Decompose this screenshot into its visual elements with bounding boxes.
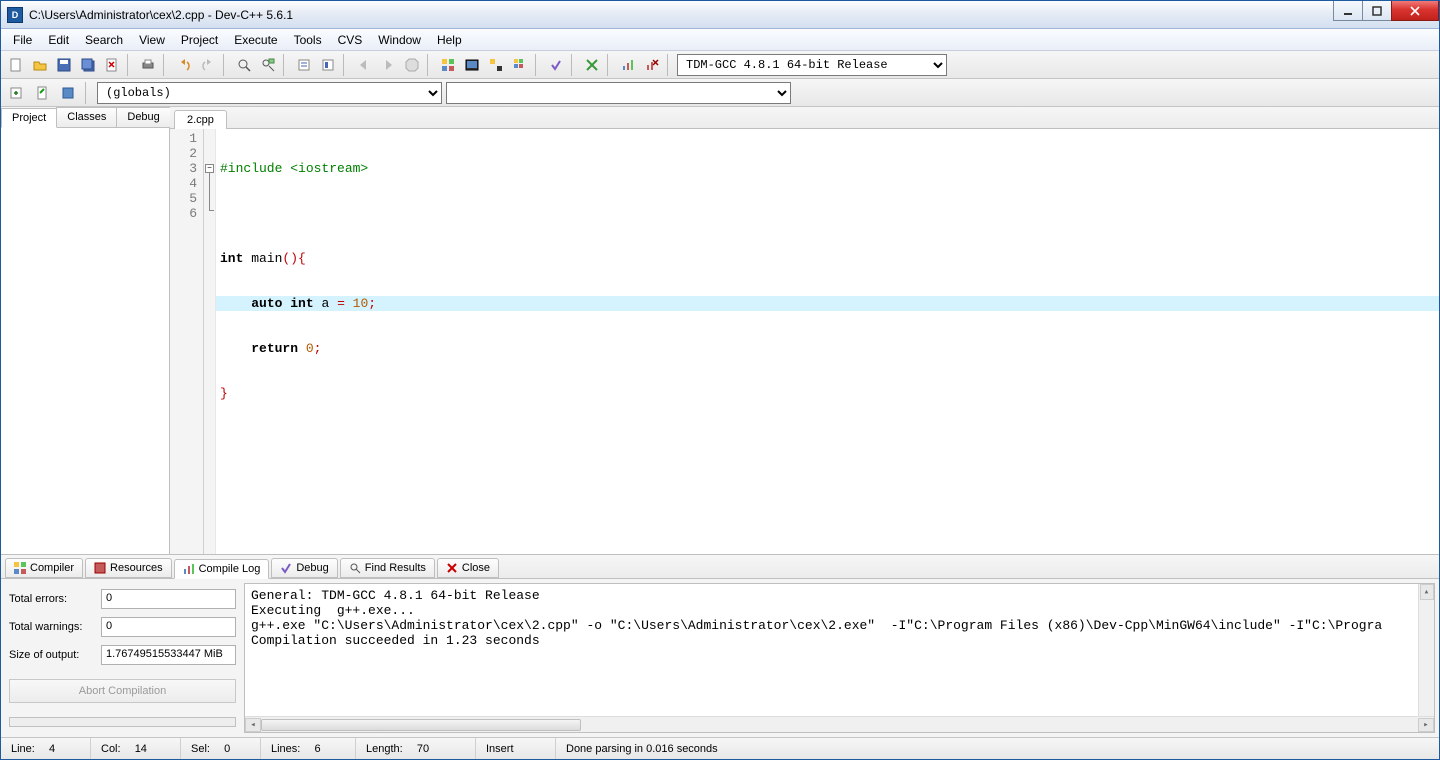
run-icon[interactable] <box>461 54 483 76</box>
close-button[interactable] <box>1391 1 1439 21</box>
new-file-icon[interactable] <box>5 54 27 76</box>
sidebar-tab-project[interactable]: Project <box>1 108 57 128</box>
compile-icon[interactable] <box>437 54 459 76</box>
close-file-icon[interactable] <box>101 54 123 76</box>
debug-icon[interactable] <box>545 54 567 76</box>
bottom-tab-debug[interactable]: Debug <box>271 558 337 578</box>
window-buttons <box>1334 1 1439 28</box>
print-icon[interactable] <box>137 54 159 76</box>
code-text[interactable]: #include <iostream> int main(){ auto int… <box>216 129 1439 554</box>
forward-icon[interactable] <box>377 54 399 76</box>
bookmarks-icon[interactable] <box>317 54 339 76</box>
title-bar: D C:\Users\Administrator\cex\2.cpp - Dev… <box>1 1 1439 29</box>
goto-bookmark-icon[interactable] <box>57 82 79 104</box>
menu-window[interactable]: Window <box>370 31 429 49</box>
stop-icon[interactable] <box>401 54 423 76</box>
globals-combo[interactable]: (globals) <box>97 82 442 104</box>
menu-view[interactable]: View <box>131 31 173 49</box>
menu-edit[interactable]: Edit <box>40 31 77 49</box>
sidebar-tab-debug[interactable]: Debug <box>116 107 170 127</box>
redo-icon[interactable] <box>197 54 219 76</box>
log-scrollbar-vertical[interactable]: ▴ <box>1418 584 1434 716</box>
bottom-tab-close[interactable]: Close <box>437 558 499 578</box>
compile-info: Total errors: 0 Total warnings: 0 Size of … <box>1 579 244 737</box>
errors-label: Total errors: <box>9 593 95 605</box>
code-editor[interactable]: 123456 − #include <iostream> int main(){… <box>170 129 1439 554</box>
toolbar-main: TDM-GCC 4.8.1 64-bit Release <box>1 51 1439 79</box>
toolbar-nav: (globals) <box>1 79 1439 107</box>
rebuild-icon[interactable] <box>509 54 531 76</box>
delete-profile-icon[interactable] <box>641 54 663 76</box>
progress-bar <box>9 717 236 727</box>
menu-search[interactable]: Search <box>77 31 131 49</box>
sidebar: Project Classes Debug <box>1 107 170 554</box>
menu-bar: File Edit Search View Project Execute To… <box>1 29 1439 51</box>
menu-cvs[interactable]: CVS <box>330 31 371 49</box>
back-icon[interactable] <box>353 54 375 76</box>
toggle-bookmark-icon[interactable] <box>31 82 53 104</box>
goto-line-icon[interactable] <box>293 54 315 76</box>
bottom-tabs: Compiler Resources Compile Log Debug Fin… <box>1 555 1439 579</box>
bottom-panel: Compiler Resources Compile Log Debug Fin… <box>1 554 1439 737</box>
fold-toggle-icon[interactable]: − <box>205 164 214 173</box>
compile-run-icon[interactable] <box>485 54 507 76</box>
bottom-tab-resources[interactable]: Resources <box>85 558 172 578</box>
compiler-select[interactable]: TDM-GCC 4.8.1 64-bit Release <box>677 54 947 76</box>
bottom-tab-find-results[interactable]: Find Results <box>340 558 435 578</box>
size-value: 1.76749515533447 MiB <box>101 645 236 665</box>
compile-log-text: General: TDM-GCC 4.8.1 64-bit Release Ex… <box>251 588 1382 648</box>
menu-help[interactable]: Help <box>429 31 470 49</box>
members-combo[interactable] <box>446 82 791 104</box>
sidebar-body <box>1 128 169 554</box>
menu-execute[interactable]: Execute <box>226 31 285 49</box>
undo-icon[interactable] <box>173 54 195 76</box>
line-gutter: 123456 <box>170 129 204 554</box>
compile-log[interactable]: General: TDM-GCC 4.8.1 64-bit Release Ex… <box>244 583 1435 733</box>
minimize-button[interactable] <box>1333 1 1363 21</box>
file-tabs: 2.cpp <box>170 107 1439 129</box>
size-label: Size of output: <box>9 649 95 661</box>
bottom-tab-compiler[interactable]: Compiler <box>5 558 83 578</box>
sidebar-tab-classes[interactable]: Classes <box>56 107 117 127</box>
profile-icon[interactable] <box>617 54 639 76</box>
app-icon: D <box>7 7 23 23</box>
fold-column[interactable]: − <box>204 129 216 554</box>
abort-compilation-button: Abort Compilation <box>9 679 236 703</box>
maximize-button[interactable] <box>1362 1 1392 21</box>
main-area: Project Classes Debug 2.cpp 123456 − #in… <box>1 107 1439 554</box>
status-bar: Line: 4 Col: 14 Sel: 0 Lines: 6 Length: … <box>1 737 1439 759</box>
window-title: C:\Users\Administrator\cex\2.cpp - Dev-C… <box>29 8 1334 22</box>
find-icon[interactable] <box>233 54 255 76</box>
bottom-tab-compile-log[interactable]: Compile Log <box>174 559 270 579</box>
menu-file[interactable]: File <box>5 31 40 49</box>
replace-icon[interactable] <box>257 54 279 76</box>
file-tab-active[interactable]: 2.cpp <box>174 110 227 129</box>
save-icon[interactable] <box>53 54 75 76</box>
log-scrollbar-horizontal[interactable]: ◂▸ <box>245 716 1434 732</box>
menu-project[interactable]: Project <box>173 31 226 49</box>
save-all-icon[interactable] <box>77 54 99 76</box>
open-file-icon[interactable] <box>29 54 51 76</box>
errors-value: 0 <box>101 589 236 609</box>
warnings-value: 0 <box>101 617 236 637</box>
menu-tools[interactable]: Tools <box>286 31 330 49</box>
editor-area: 2.cpp 123456 − #include <iostream> int m… <box>170 107 1439 554</box>
insert-icon[interactable] <box>5 82 27 104</box>
warnings-label: Total warnings: <box>9 621 95 633</box>
bottom-body: Total errors: 0 Total warnings: 0 Size of … <box>1 579 1439 737</box>
delete-icon[interactable] <box>581 54 603 76</box>
